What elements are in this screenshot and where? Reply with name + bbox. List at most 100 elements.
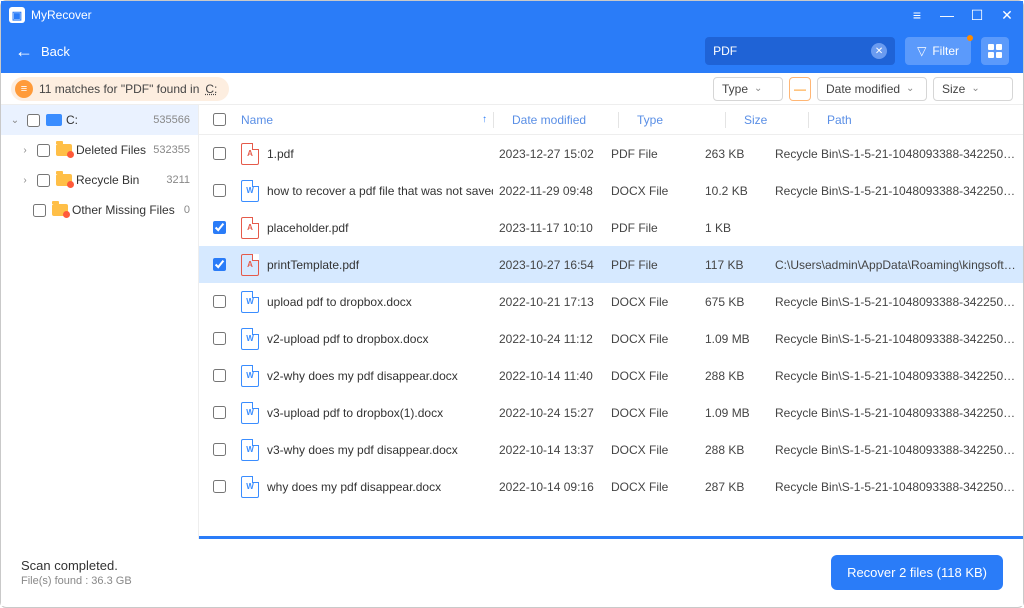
search-input[interactable]: PDF ✕	[705, 37, 895, 65]
table-row[interactable]: Wv2-why does my pdf disappear.docx2022-1…	[199, 357, 1023, 394]
file-path: Recycle Bin\S-1-5-21-1048093388-34225081…	[769, 443, 1023, 457]
progress-bar	[199, 536, 1023, 539]
close-icon[interactable]: ✕	[999, 7, 1015, 24]
file-type: DOCX File	[605, 184, 699, 198]
tree-checkbox[interactable]	[33, 204, 46, 217]
row-checkbox[interactable]	[213, 147, 226, 160]
info-bar: ≡ 11 matches for "PDF" found in C: Type⌄…	[1, 73, 1023, 105]
tree-root[interactable]: ⌄ C: 535566	[1, 105, 198, 135]
col-size[interactable]: Size	[738, 113, 808, 127]
folder-icon	[56, 144, 72, 156]
file-size: 1 KB	[699, 221, 769, 235]
file-type: DOCX File	[605, 480, 699, 494]
file-name: upload pdf to dropbox.docx	[267, 295, 412, 309]
tree-item-missing[interactable]: Other Missing Files 0	[1, 195, 198, 225]
select-all-checkbox[interactable]	[213, 113, 226, 126]
scan-status: Scan completed.	[21, 558, 132, 573]
scan-substatus: File(s) found : 36.3 GB	[21, 575, 132, 587]
tree-checkbox[interactable]	[37, 174, 50, 187]
expand-icon[interactable]: ›	[19, 175, 31, 186]
file-name: printTemplate.pdf	[267, 258, 359, 272]
table-row[interactable]: Wwhy does my pdf disappear.docx2022-10-1…	[199, 468, 1023, 505]
docx-file-icon: W	[241, 328, 259, 350]
file-type: DOCX File	[605, 406, 699, 420]
file-date: 2022-11-29 09:48	[493, 184, 605, 198]
file-type: DOCX File	[605, 295, 699, 309]
docx-file-icon: W	[241, 180, 259, 202]
app-logo-icon: ▣	[9, 7, 25, 23]
file-rows: A1.pdf2023-12-27 15:02PDF File263 KBRecy…	[199, 135, 1023, 536]
file-type: DOCX File	[605, 369, 699, 383]
file-name: how to recover a pdf file that was not s…	[267, 184, 493, 198]
row-checkbox[interactable]	[213, 369, 226, 382]
table-row[interactable]: AprintTemplate.pdf2023-10-27 16:54PDF Fi…	[199, 246, 1023, 283]
tree-root-label: C:	[66, 113, 78, 127]
col-path[interactable]: Path	[821, 113, 1023, 127]
type-dropdown[interactable]: Type⌄	[713, 77, 783, 101]
file-type: PDF File	[605, 221, 699, 235]
table-row[interactable]: Wv2-upload pdf to dropbox.docx2022-10-24…	[199, 320, 1023, 357]
col-type[interactable]: Type	[631, 113, 725, 127]
row-checkbox[interactable]	[213, 184, 226, 197]
table-row[interactable]: Whow to recover a pdf file that was not …	[199, 172, 1023, 209]
collapse-icon[interactable]: ⌄	[9, 115, 21, 126]
file-name: placeholder.pdf	[267, 221, 348, 235]
file-size: 1.09 MB	[699, 406, 769, 420]
sidebar: ⌄ C: 535566 › Deleted Files 532355 › Rec…	[1, 105, 199, 539]
tree-item-deleted[interactable]: › Deleted Files 532355	[1, 135, 198, 165]
grid-icon	[988, 44, 1002, 58]
file-type: PDF File	[605, 258, 699, 272]
menu-icon[interactable]: ≡	[909, 7, 925, 23]
tree-checkbox[interactable]	[37, 144, 50, 157]
row-checkbox[interactable]	[213, 480, 226, 493]
match-drive[interactable]: C:	[205, 82, 217, 96]
sort-direction-button[interactable]: —	[789, 77, 811, 101]
file-size: 675 KB	[699, 295, 769, 309]
list-icon: ≡	[15, 80, 33, 98]
row-checkbox[interactable]	[213, 295, 226, 308]
file-size: 1.09 MB	[699, 332, 769, 346]
file-date: 2023-12-27 15:02	[493, 147, 605, 161]
docx-file-icon: W	[241, 439, 259, 461]
table-row[interactable]: Wupload pdf to dropbox.docx2022-10-21 17…	[199, 283, 1023, 320]
file-date: 2022-10-14 09:16	[493, 480, 605, 494]
minimize-icon[interactable]: —	[939, 7, 955, 23]
table-row[interactable]: Wv3-why does my pdf disappear.docx 2022-1…	[199, 431, 1023, 468]
file-path: Recycle Bin\S-1-5-21-1048093388-34225081…	[769, 480, 1023, 494]
col-date[interactable]: Date modified	[506, 113, 618, 127]
size-dropdown[interactable]: Size⌄	[933, 77, 1013, 101]
back-arrow-icon: ←	[15, 41, 33, 62]
row-checkbox[interactable]	[213, 332, 226, 345]
table-row[interactable]: A1.pdf2023-12-27 15:02PDF File263 KBRecy…	[199, 135, 1023, 172]
table-row[interactable]: Aplaceholder.pdf2023-11-17 10:10PDF File…	[199, 209, 1023, 246]
clear-search-icon[interactable]: ✕	[871, 43, 887, 59]
back-button[interactable]: ← Back	[15, 41, 70, 62]
file-date: 2022-10-24 15:27	[493, 406, 605, 420]
file-date: 2022-10-14 13:37	[493, 443, 605, 457]
filter-button[interactable]: ▽ Filter	[905, 37, 971, 65]
view-grid-button[interactable]	[981, 37, 1009, 65]
col-name[interactable]: Name↑	[235, 113, 493, 127]
expand-icon[interactable]: ›	[19, 145, 31, 156]
row-checkbox[interactable]	[213, 443, 226, 456]
search-value: PDF	[713, 44, 737, 58]
file-type: DOCX File	[605, 443, 699, 457]
file-name: v3-why does my pdf disappear.docx	[267, 443, 458, 457]
tree-item-recycle[interactable]: › Recycle Bin 3211	[1, 165, 198, 195]
row-checkbox[interactable]	[213, 221, 226, 234]
file-name: v2-why does my pdf disappear.docx	[267, 369, 458, 383]
docx-file-icon: W	[241, 476, 259, 498]
docx-file-icon: W	[241, 291, 259, 313]
sort-asc-icon: ↑	[482, 114, 487, 125]
file-path: Recycle Bin\S-1-5-21-1048093388-34225081…	[769, 369, 1023, 383]
row-checkbox[interactable]	[213, 258, 226, 271]
file-type: PDF File	[605, 147, 699, 161]
date-dropdown[interactable]: Date modified⌄	[817, 77, 927, 101]
footer: Scan completed. File(s) found : 36.3 GB …	[1, 539, 1023, 606]
tree-root-checkbox[interactable]	[27, 114, 40, 127]
maximize-icon[interactable]: ☐	[969, 7, 985, 24]
recover-button[interactable]: Recover 2 files (118 KB)	[831, 555, 1003, 590]
main-area: ⌄ C: 535566 › Deleted Files 532355 › Rec…	[1, 105, 1023, 539]
row-checkbox[interactable]	[213, 406, 226, 419]
table-row[interactable]: Wv3-upload pdf to dropbox(1).docx2022-10…	[199, 394, 1023, 431]
